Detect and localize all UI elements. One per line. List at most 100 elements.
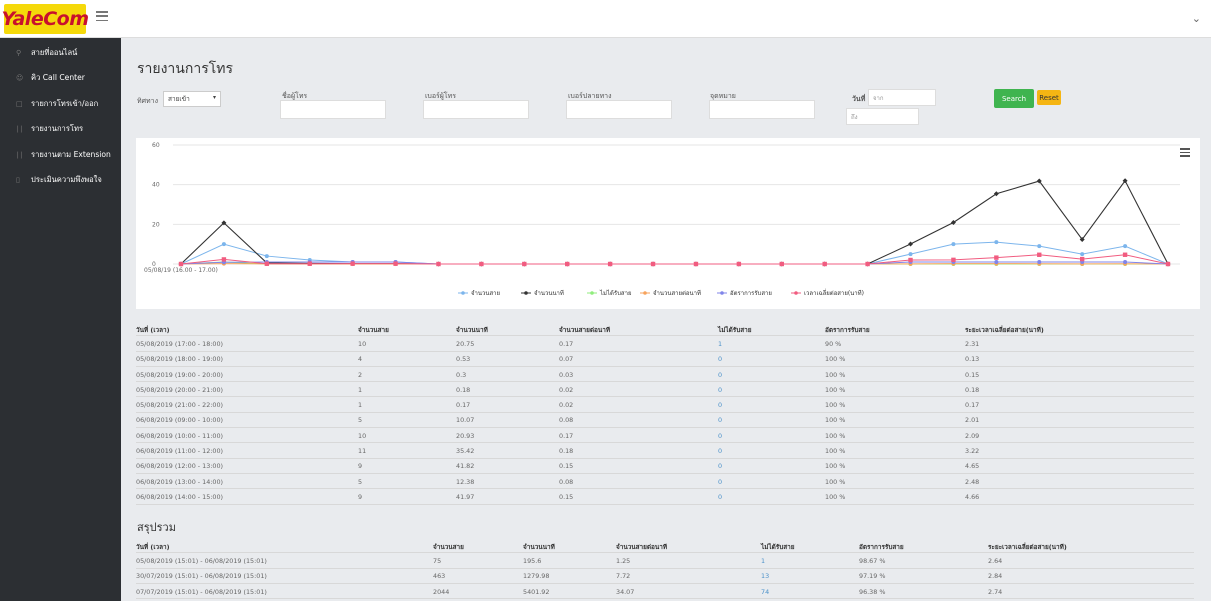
sidebar-item-call-log[interactable]: □ รายการโทรเข้า/ออก	[0, 91, 121, 117]
table-cell[interactable]: 0	[718, 416, 722, 424]
bar-chart-icon: ∣∣	[16, 150, 23, 159]
data-point	[908, 252, 913, 257]
table-cell[interactable]: 0	[718, 462, 722, 470]
caller-name-input[interactable]	[280, 100, 386, 119]
table-cell: 7.72	[616, 572, 631, 581]
destination-number-input[interactable]	[566, 100, 672, 119]
column-header: ไม่ได้รับสาย	[761, 542, 795, 551]
table-cell: 1	[358, 385, 363, 394]
table-cell: 100 %	[825, 492, 846, 501]
direction-select[interactable]: สายเข้า ▾	[163, 91, 221, 107]
table-cell: 0.08	[559, 416, 574, 425]
purpose-input[interactable]	[709, 100, 815, 119]
logo-text: YaleCom	[1, 8, 89, 30]
data-point	[1122, 252, 1128, 257]
table-cell[interactable]: 13	[761, 572, 769, 580]
table-cell: 100 %	[825, 385, 846, 394]
table-cell[interactable]: 0	[718, 478, 722, 486]
table-cell: 100 %	[825, 416, 846, 425]
sidebar-item-label: รายงานตาม Extension	[31, 149, 111, 159]
sidebar-item-call-report[interactable]: ∣∣ รายงานการโทร	[0, 117, 121, 143]
caller-number-input[interactable]	[423, 100, 529, 119]
sidebar-item-call-center-queue[interactable]: ☺ คิว Call Center	[0, 66, 121, 92]
table-cell: 0.07	[559, 355, 574, 364]
table-cell: 100 %	[825, 462, 846, 471]
table-row: 05/08/2019 (20:00 - 21:00) 1 0.18 0.02 0 100 …	[136, 382, 1194, 398]
table-cell[interactable]: 0	[718, 432, 722, 440]
table-cell: 5401.92	[523, 587, 550, 596]
sidebar-item-label: สายที่ออนไลน์	[31, 47, 78, 57]
table-row: 06/08/2019 (11:00 - 12:00) 11 35.42 0.18 0 10…	[136, 443, 1194, 459]
table-cell[interactable]: 0	[718, 371, 722, 379]
legend-label: เวลาเฉลี่ยต่อสาย(นาที)	[804, 289, 864, 297]
table-cell[interactable]: 0	[718, 493, 722, 501]
table-cell: 06/08/2019 (11:00 - 12:00)	[136, 447, 224, 456]
data-point	[908, 257, 913, 263]
table-cell: 100 %	[825, 447, 846, 456]
table-cell: 30/07/2019 (15:01) - 06/08/2019 (15:01)	[136, 572, 267, 581]
legend-marker	[590, 291, 594, 295]
search-button[interactable]: Search	[994, 89, 1034, 108]
table-cell: 4.65	[965, 462, 980, 471]
series-line	[180, 179, 1169, 265]
table-cell: 07/07/2019 (15:01) - 06/08/2019 (15:01)	[136, 587, 267, 596]
table-cell: 11	[358, 447, 367, 456]
chart-svg: 020406005/08/19 (16.00 - 17.00)จำนวนสายจ…	[144, 142, 1180, 297]
table-cell: 98.67 %	[859, 556, 886, 565]
date-to-input[interactable]: ถึง	[846, 108, 919, 125]
column-header: จำนวนสาย	[433, 542, 464, 551]
sidebar-item-satisfaction[interactable]: ▯ ประเมินความพึงพอใจ	[0, 168, 121, 194]
table-cell: 4.66	[965, 492, 980, 501]
y-tick-label: 60	[152, 142, 160, 149]
yalecom-logo[interactable]: YaleCom	[1, 4, 89, 34]
legend-label: อัตราการรับสาย	[730, 290, 772, 297]
column-header: วันที่ (เวลา)	[136, 542, 170, 551]
table-cell[interactable]: 74	[761, 588, 769, 596]
data-point	[479, 261, 484, 267]
sidebar-item-extension-report[interactable]: ∣∣ รายงานตาม Extension	[0, 142, 121, 168]
table-cell: 195.6	[523, 556, 542, 565]
column-header: ระยะเวลาเฉลี่ยต่อสาย(นาที)	[988, 542, 1067, 551]
table-cell[interactable]: 0	[718, 386, 722, 394]
data-point	[779, 261, 784, 267]
table-cell[interactable]: 0	[718, 401, 722, 409]
chart-menu-icon[interactable]	[1180, 148, 1190, 159]
column-header: อัตราการรับสาย	[825, 325, 870, 334]
series-line	[180, 241, 1169, 265]
table-cell: 34.07	[616, 587, 635, 596]
table-cell: 96.38 %	[859, 587, 886, 596]
table-cell: 2.64	[988, 556, 1003, 565]
table-cell[interactable]: 0	[718, 447, 722, 455]
table-row: 05/08/2019 (21:00 - 22:00) 1 0.17 0.02 0 100 …	[136, 397, 1194, 413]
table-row: 06/08/2019 (10:00 - 11:00) 10 20.93 0.17 0 10…	[136, 428, 1194, 444]
table-header-row: วันที่ (เวลา) จำนวนสาย จำนวนนาที จำนวนสายต่…	[136, 538, 1194, 554]
table-row: 06/08/2019 (13:00 - 14:00) 5 12.38 0.08 0 100…	[136, 474, 1194, 490]
data-point	[865, 261, 870, 267]
date-from-input[interactable]: จาก	[868, 89, 936, 106]
legend-marker	[794, 291, 798, 295]
table-cell: 0.08	[559, 477, 574, 486]
pin-icon: ⚲	[16, 48, 22, 57]
reset-button[interactable]: Reset	[1037, 90, 1061, 105]
sidebar-item-label: รายงานการโทร	[31, 124, 84, 134]
table-cell: 20.75	[456, 339, 475, 348]
table-cell[interactable]: 0	[718, 355, 722, 363]
table-cell: 4	[358, 355, 363, 364]
table-row: 06/08/2019 (09:00 - 10:00) 5 10.07 0.08 0 100…	[136, 413, 1194, 429]
data-point	[350, 261, 355, 266]
table-cell: 100 %	[825, 370, 846, 379]
sidebar-item-online-lines[interactable]: ⚲ สายที่ออนไลน์	[0, 40, 121, 66]
chevron-down-icon[interactable]: ⌄	[1192, 12, 1201, 25]
table-cell: 100 %	[825, 401, 846, 410]
table-cell: 06/08/2019 (13:00 - 14:00)	[136, 477, 224, 486]
table-cell: 0.03	[559, 370, 574, 379]
table-cell: 100 %	[825, 477, 846, 486]
table-cell: 0.15	[965, 370, 980, 379]
table-cell: 12.38	[456, 477, 475, 486]
table-cell[interactable]: 1	[761, 557, 765, 565]
table-cell: 75	[433, 556, 442, 565]
table-cell[interactable]: 1	[718, 340, 722, 348]
menu-toggle-icon[interactable]	[96, 11, 108, 22]
legend-marker	[461, 291, 465, 295]
table-row: 05/08/2019 (15:01) - 06/08/2019 (15:01) 7…	[136, 553, 1194, 569]
